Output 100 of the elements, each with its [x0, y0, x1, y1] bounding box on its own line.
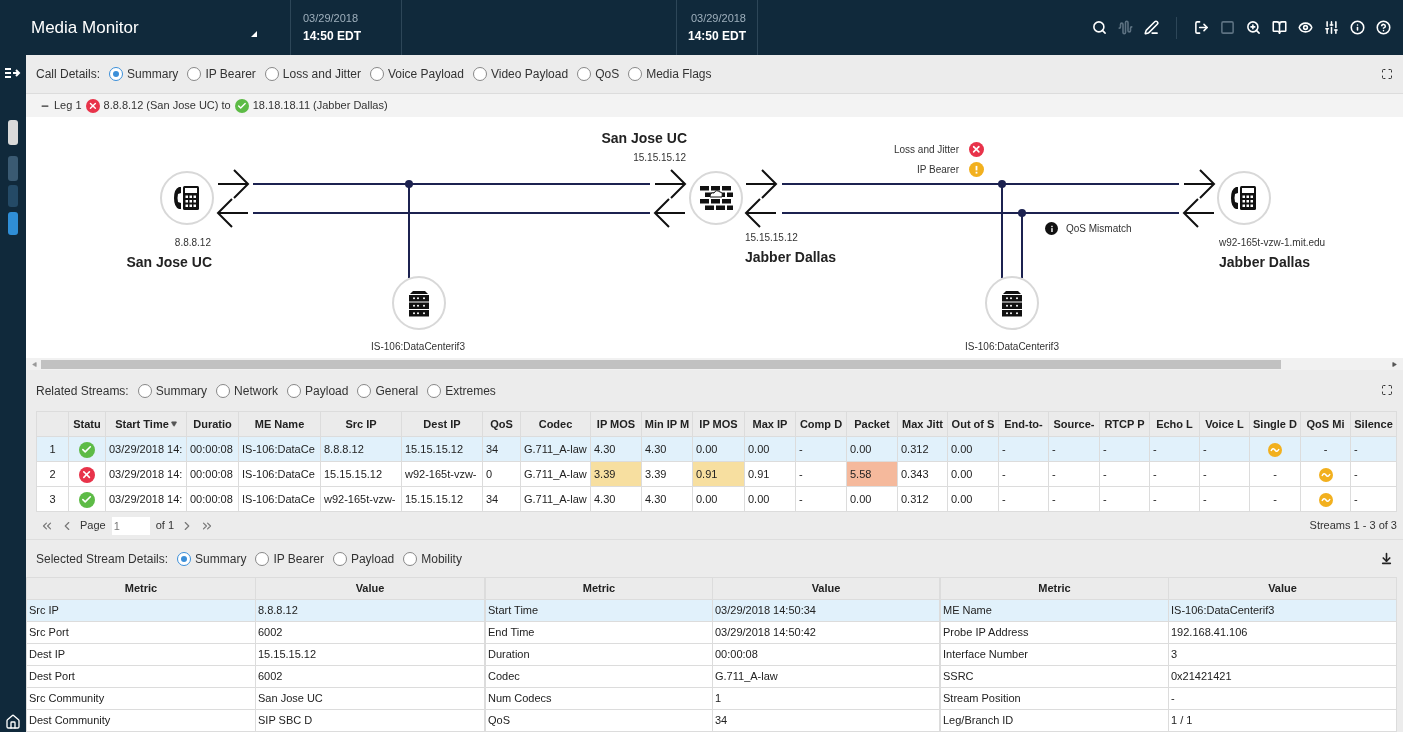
radio-label[interactable]: Extremes [445, 382, 496, 400]
radio-button[interactable] [628, 67, 643, 81]
table-cell: - [795, 461, 847, 487]
radio-button[interactable] [403, 551, 418, 566]
radio-button[interactable] [427, 384, 442, 398]
radio-label[interactable]: General [375, 382, 419, 400]
radio-button[interactable] [369, 67, 384, 81]
export-icon[interactable] [1194, 20, 1209, 35]
junction-dot [998, 180, 1006, 188]
scroll-left-icon[interactable] [32, 361, 37, 367]
metric-cell: Src Port [26, 621, 256, 644]
detail-row[interactable]: Src IP 8.8.8.12 [26, 599, 485, 622]
group-label: Selected Stream Details: [36, 550, 169, 568]
detail-row[interactable]: SSRC 0x21421421 [940, 665, 1397, 688]
edit-icon[interactable] [1144, 20, 1159, 35]
radio-label[interactable]: Media Flags [646, 65, 712, 83]
radio-button[interactable] [216, 384, 231, 398]
page-field[interactable]: 1 [111, 516, 150, 535]
device-node[interactable] [1217, 171, 1271, 225]
radio-label[interactable]: Summary [127, 65, 179, 83]
leg-label: Leg 1 [54, 98, 82, 114]
device-node[interactable] [160, 171, 214, 225]
radio-label[interactable]: Summary [195, 549, 247, 568]
radio-button[interactable] [577, 67, 592, 81]
radio-label[interactable]: Payload [350, 549, 395, 568]
table-cell: - [1199, 436, 1250, 462]
page-label: Page [80, 518, 106, 534]
detail-row[interactable]: Duration 00:00:08 [485, 643, 940, 666]
search-icon[interactable] [1092, 20, 1107, 35]
scroll-right-icon[interactable] [1392, 361, 1397, 367]
device-node[interactable] [689, 171, 743, 225]
radio-label[interactable]: QoS [595, 65, 620, 83]
radio-label[interactable]: Voice Payload [387, 65, 464, 83]
book-icon[interactable] [1272, 20, 1287, 35]
stream-row[interactable]: 3 03/29/2018 14: 00:00:08 IS-106:DataCe w92-165t-vzw- 15.15.15.12 34 G.711_A-law 4.30 4.30 0.00 0.00 - 0.00 0.312 0.00 - - - - - - - [36, 486, 1397, 512]
radio-label[interactable]: Loss and Jitter [282, 65, 361, 83]
waveform-icon[interactable] [1118, 20, 1133, 35]
junction-dot [1018, 209, 1026, 217]
node-name: San Jose UC [126, 253, 212, 272]
eye-icon[interactable] [1298, 20, 1313, 35]
radio-button[interactable] [264, 67, 279, 81]
side-tab[interactable] [8, 120, 18, 145]
table-cell: G.711_A-law [520, 436, 591, 462]
radio-button[interactable] [177, 551, 192, 566]
scrollbar-thumb[interactable] [41, 359, 1281, 369]
table-cell: w92-165t-vzw- [320, 486, 402, 512]
stream-row[interactable]: 2 03/29/2018 14: 00:00:08 IS-106:DataCe 15.15.15.12 w92-165t-vzw- 0 G.711_A-law 3.39 3.39 0.91 0.91 - 5.58 0.343 0.00 - - - - - - - [36, 461, 1397, 487]
detail-row[interactable]: Probe IP Address 192.168.41.106 [940, 621, 1397, 644]
detail-row[interactable]: Leg/Branch ID 1 / 1 [940, 709, 1397, 732]
fullscreen-icon[interactable] [1381, 384, 1393, 396]
device-node[interactable] [392, 276, 446, 330]
detail-row[interactable]: Interface Number 3 [940, 643, 1397, 666]
column-header: Value [1168, 577, 1397, 600]
detail-row[interactable]: Start Time 03/29/2018 14:50:34 [485, 599, 940, 622]
radio-label[interactable]: IP Bearer [205, 65, 256, 83]
value-cell: 03/29/2018 14:50:34 [712, 599, 940, 622]
expand-panel-icon[interactable] [5, 67, 21, 79]
radio-label[interactable]: Mobility [421, 549, 462, 568]
info-icon[interactable] [1350, 20, 1365, 35]
download-icon[interactable] [1380, 552, 1393, 565]
help-icon[interactable] [1376, 20, 1391, 35]
range-date: 03/29/2018 [690, 11, 746, 27]
radio-label[interactable]: IP Bearer [273, 549, 324, 568]
detail-row[interactable]: ME Name IS-106:DataCenterif3 [940, 599, 1397, 622]
detail-row[interactable]: Dest Port 6002 [26, 665, 485, 688]
radio-button[interactable] [137, 384, 152, 398]
sliders-icon[interactable] [1324, 20, 1339, 35]
radio-label[interactable]: Payload [305, 382, 349, 400]
detail-row[interactable]: Dest IP 15.15.15.12 [26, 643, 485, 666]
detail-row[interactable]: QoS 34 [485, 709, 940, 732]
dropdown-caret-icon[interactable] [251, 30, 257, 37]
radio-label[interactable]: Network [234, 382, 279, 400]
radio-button[interactable] [287, 384, 302, 398]
home-icon[interactable] [5, 714, 21, 730]
table-cell: - [1199, 461, 1250, 487]
stream-row[interactable]: 1 03/29/2018 14: 00:00:08 IS-106:DataCe 8.8.8.12 15.15.15.12 34 G.711_A-law 4.30 4.30 0.00 0.00 - 0.00 0.312 0.00 - - - - - - - [36, 436, 1397, 462]
radio-button[interactable] [187, 67, 202, 81]
zoom-icon[interactable] [1246, 20, 1261, 35]
detail-row[interactable]: Src Port 6002 [26, 621, 485, 644]
fullscreen-icon[interactable] [1381, 68, 1393, 80]
device-node[interactable] [985, 276, 1039, 330]
radio-label[interactable]: Summary [155, 382, 208, 400]
detail-row[interactable]: Num Codecs 1 [485, 687, 940, 710]
table-cell: 0.00 [846, 436, 898, 462]
radio-button[interactable] [332, 551, 347, 566]
radio-button[interactable] [357, 384, 372, 398]
horizontal-scrollbar[interactable] [26, 358, 1403, 370]
detail-row[interactable]: Stream Position - [940, 687, 1397, 710]
square-icon[interactable] [1220, 20, 1235, 35]
table-cell: - [1099, 436, 1150, 462]
group-label: Call Details: [36, 66, 101, 83]
radio-label[interactable]: Video Payload [490, 65, 569, 83]
detail-row[interactable]: Codec G.711_A-law [485, 665, 940, 688]
detail-row[interactable]: Src Community San Jose UC [26, 687, 485, 710]
detail-row[interactable]: Dest Community SIP SBC D [26, 709, 485, 732]
sort-icon[interactable] [170, 421, 177, 427]
radio-button[interactable] [255, 551, 270, 566]
radio-button[interactable] [472, 67, 487, 81]
radio-button[interactable] [109, 67, 124, 81]
detail-row[interactable]: End Time 03/29/2018 14:50:42 [485, 621, 940, 644]
